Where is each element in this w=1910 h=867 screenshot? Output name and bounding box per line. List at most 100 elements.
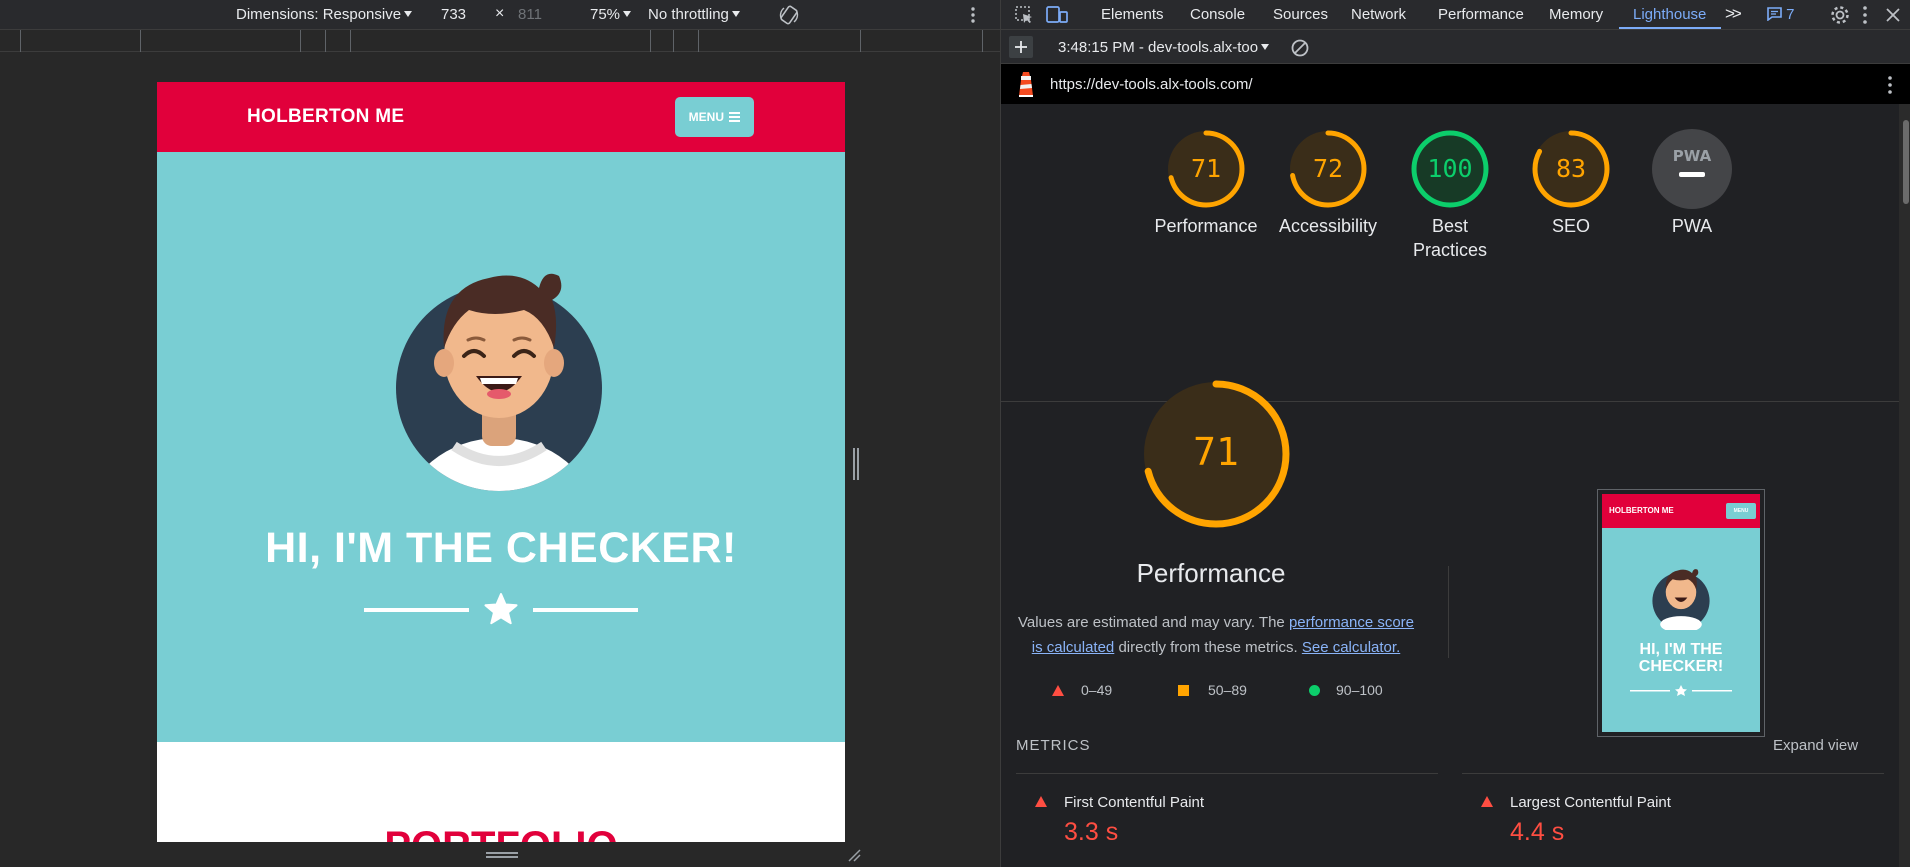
issues-badge[interactable]: 7 bbox=[1767, 6, 1795, 23]
thumb-logo: HOLBERTON ME bbox=[1609, 506, 1674, 515]
gauge-ring: 71 bbox=[1167, 130, 1245, 208]
settings-gear-icon[interactable] bbox=[1829, 4, 1851, 26]
chevron-down-icon bbox=[1261, 44, 1270, 50]
gauge-ring: 72 bbox=[1289, 130, 1367, 208]
report-url[interactable]: https://dev-tools.alx-tools.com/ bbox=[1050, 76, 1253, 93]
report-selector[interactable]: 3:48:15 PM - dev-tools.alx-too bbox=[1058, 39, 1270, 56]
see-calculator-link[interactable]: See calculator. bbox=[1302, 639, 1400, 656]
chevron-down-icon bbox=[623, 11, 632, 17]
device-emulation-pane: Dimensions: Responsive 733 × 811 75% No … bbox=[0, 0, 1000, 867]
gauge-performance[interactable]: 71 Performance bbox=[1146, 128, 1266, 238]
star-icon bbox=[484, 593, 518, 625]
gauge-ring: 100 bbox=[1411, 130, 1489, 208]
performance-big-gauge[interactable]: 71 bbox=[1141, 379, 1291, 529]
report-menu-icon[interactable] bbox=[1887, 75, 1893, 95]
performance-title: Performance bbox=[1136, 558, 1286, 588]
chevron-down-icon bbox=[731, 11, 740, 17]
inspect-element-icon[interactable] bbox=[1013, 4, 1035, 26]
hero-section: HI, I'M THE CHECKER! bbox=[157, 152, 845, 742]
more-tabs-icon[interactable]: >> bbox=[1725, 4, 1742, 24]
more-options-icon[interactable] bbox=[970, 6, 976, 24]
fail-triangle-icon bbox=[1035, 796, 1047, 807]
issues-count: 7 bbox=[1786, 6, 1795, 23]
emulated-viewport[interactable]: HOLBERTON ME MENU HI, I'M THE CHECKER! bbox=[157, 82, 845, 842]
message-icon bbox=[1767, 7, 1782, 22]
pwa-badge-icon: PWA bbox=[1652, 129, 1732, 209]
portfolio-title: PORTFOLIO bbox=[157, 826, 845, 842]
gauge-ring: 83 bbox=[1532, 130, 1610, 208]
ruler-tick bbox=[673, 30, 674, 52]
thumb-title: HI, I'M THE CHECKER! bbox=[1638, 641, 1724, 675]
gauge-label: Best Practices bbox=[1412, 216, 1488, 260]
height-input[interactable]: 811 bbox=[518, 6, 542, 23]
ruler-tick bbox=[650, 30, 651, 52]
vertical-separator bbox=[1448, 566, 1449, 658]
metric-value: 3.3 s bbox=[1064, 818, 1119, 846]
clear-reports-icon[interactable] bbox=[1291, 39, 1309, 57]
metrics-divider bbox=[1016, 773, 1438, 774]
resize-handle-right[interactable] bbox=[851, 448, 861, 480]
media-query-ruler bbox=[0, 30, 1000, 52]
menu-button[interactable]: MENU bbox=[675, 97, 754, 137]
scrollbar-track[interactable] bbox=[1899, 104, 1910, 867]
expand-view-toggle[interactable]: Expand view bbox=[1773, 737, 1858, 754]
throttling-dropdown[interactable]: No throttling bbox=[648, 6, 740, 23]
rotate-icon[interactable] bbox=[778, 4, 800, 26]
portfolio-section: PORTFOLIO bbox=[157, 742, 845, 842]
tab-memory[interactable]: Memory bbox=[1549, 6, 1603, 23]
metrics-header: METRICS bbox=[1016, 737, 1091, 754]
tab-sources[interactable]: Sources bbox=[1273, 6, 1328, 23]
thumb-header: HOLBERTON ME MENU bbox=[1602, 494, 1760, 528]
close-icon[interactable] bbox=[1885, 7, 1901, 23]
gauge-accessibility[interactable]: 72 Accessibility bbox=[1268, 128, 1388, 238]
site-logo[interactable]: HOLBERTON ME bbox=[247, 106, 404, 128]
legend-pass: 90–100 bbox=[1336, 682, 1383, 698]
site-header: HOLBERTON ME MENU bbox=[157, 82, 845, 152]
active-tab-indicator bbox=[1619, 27, 1721, 29]
tab-lighthouse[interactable]: Lighthouse bbox=[1633, 6, 1706, 23]
gauge-score: 83 bbox=[1556, 154, 1586, 183]
report-url-bar: https://dev-tools.alx-tools.com/ bbox=[1001, 64, 1910, 104]
devtools-tabbar: Elements Console Sources Network Perform… bbox=[1001, 0, 1910, 30]
gauge-seo[interactable]: 83 SEO bbox=[1511, 128, 1631, 238]
tab-performance[interactable]: Performance bbox=[1438, 6, 1524, 23]
performance-score: 71 bbox=[1193, 430, 1239, 474]
gauge-label: Performance bbox=[1154, 216, 1258, 236]
fail-triangle-icon bbox=[1052, 685, 1064, 696]
menu-label: MENU bbox=[688, 110, 724, 124]
performance-description: Values are estimated and may vary. The p… bbox=[1017, 614, 1415, 656]
tab-elements[interactable]: Elements bbox=[1101, 6, 1164, 23]
new-report-icon[interactable] bbox=[1009, 36, 1033, 58]
hero-divider bbox=[364, 593, 638, 625]
thumb-hero: HI, I'M THE CHECKER! bbox=[1602, 528, 1760, 732]
tab-console[interactable]: Console bbox=[1190, 6, 1245, 23]
ruler-tick bbox=[982, 30, 983, 52]
gauge-score: 100 bbox=[1427, 154, 1472, 183]
section-divider bbox=[1001, 401, 1899, 402]
hero-title: HI, I'M THE CHECKER! bbox=[265, 524, 737, 572]
width-input[interactable]: 733 bbox=[441, 6, 466, 23]
ruler-tick bbox=[325, 30, 326, 52]
gauge-best-practices[interactable]: 100 Best Practices bbox=[1390, 128, 1510, 262]
tab-network[interactable]: Network bbox=[1351, 6, 1406, 23]
ruler-tick bbox=[698, 30, 699, 52]
scrollbar-thumb[interactable] bbox=[1903, 120, 1909, 204]
dimensions-dropdown[interactable]: Dimensions: Responsive bbox=[236, 6, 413, 23]
more-options-icon[interactable] bbox=[1862, 5, 1868, 25]
ruler-tick bbox=[350, 30, 351, 52]
gauge-pwa[interactable]: PWA PWA bbox=[1632, 128, 1752, 238]
device-toolbar-icon[interactable] bbox=[1045, 4, 1069, 26]
final-screenshot-thumbnail[interactable]: HOLBERTON ME MENU HI, I'M THE CHECKER! bbox=[1597, 489, 1765, 737]
metric-name: Largest Contentful Paint bbox=[1510, 794, 1671, 811]
lighthouse-report: 71 Performance 72 Accessibility 100 Best… bbox=[1001, 104, 1899, 867]
metric-value: 4.4 s bbox=[1510, 818, 1565, 846]
zoom-dropdown[interactable]: 75% bbox=[590, 6, 632, 23]
ruler-tick bbox=[300, 30, 301, 52]
average-square-icon bbox=[1178, 685, 1189, 696]
divider-line-left bbox=[364, 608, 469, 612]
resize-handle-bottom[interactable] bbox=[486, 850, 518, 860]
lighthouse-logo-icon bbox=[1019, 72, 1033, 97]
resize-handle-corner[interactable] bbox=[847, 848, 861, 862]
gauge-label: Accessibility bbox=[1278, 216, 1378, 236]
pwa-badge-text: PWA bbox=[1673, 147, 1712, 165]
